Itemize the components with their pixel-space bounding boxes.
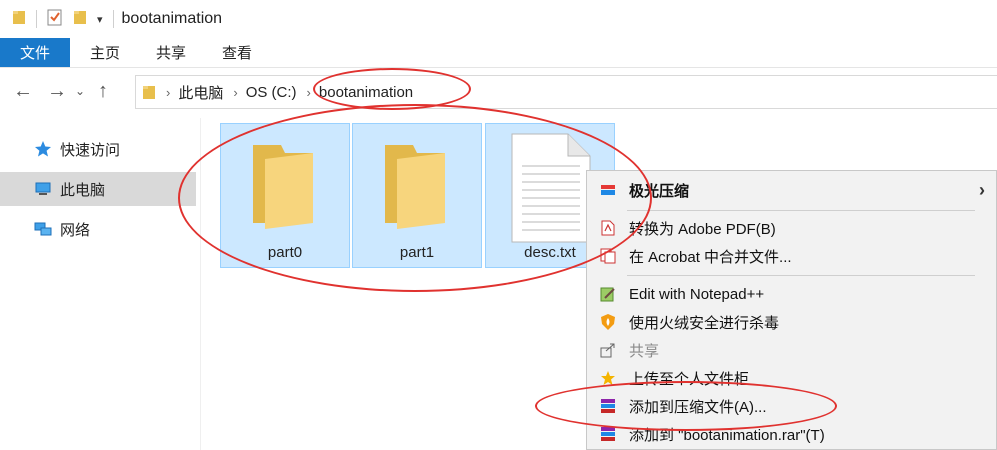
menu-divider bbox=[627, 210, 975, 211]
breadcrumb-chevron-icon[interactable]: › bbox=[166, 85, 170, 100]
huorong-shield-icon bbox=[599, 313, 617, 331]
menu-item-label: 转换为 Adobe PDF(B) bbox=[629, 220, 776, 238]
breadcrumb-this-pc[interactable]: 此电脑 bbox=[178, 82, 223, 103]
winrar-icon bbox=[599, 425, 617, 443]
recent-locations-chevron-icon[interactable]: ⌄ bbox=[72, 76, 88, 106]
breadcrumb-chevron-icon[interactable]: › bbox=[233, 85, 237, 100]
divider bbox=[112, 10, 114, 28]
menu-item-label: Edit with Notepad++ bbox=[629, 285, 765, 303]
file-name: part0 bbox=[267, 244, 303, 261]
file-name: part1 bbox=[399, 244, 435, 261]
text-document-icon bbox=[510, 132, 592, 249]
folder-icon bbox=[142, 84, 156, 100]
breadcrumb-bootanimation[interactable]: bootanimation bbox=[319, 84, 413, 101]
context-menu: 极光压缩 › 转换为 Adobe PDF(B) 在 Acrobat 中合并文件.… bbox=[586, 170, 997, 450]
computer-icon bbox=[34, 180, 52, 198]
menu-item-notepad-plus[interactable]: Edit with Notepad++ bbox=[587, 280, 997, 308]
tab-view[interactable]: 查看 bbox=[206, 38, 268, 67]
folder-icon bbox=[379, 139, 451, 234]
properties-checkbox-icon[interactable] bbox=[47, 8, 63, 31]
divider bbox=[36, 10, 37, 28]
menu-item-label: 上传至个人文件柜 bbox=[629, 370, 750, 388]
sidebar-item-quick-access[interactable]: 快速访问 bbox=[0, 132, 196, 166]
share-icon bbox=[599, 341, 617, 359]
menu-item-label: 在 Acrobat 中合并文件... bbox=[629, 248, 792, 266]
customize-toolbar-chevron-icon[interactable]: ▾ bbox=[97, 13, 103, 26]
ribbon-tabs: 文件 主页 共享 查看 bbox=[0, 38, 997, 68]
menu-item-jiguang-compress[interactable]: 极光压缩 › bbox=[587, 176, 997, 204]
star-icon bbox=[34, 140, 52, 158]
menu-item-upload-cabinet[interactable]: 上传至个人文件柜 bbox=[587, 364, 997, 392]
title-bar: ▾ bootanimation bbox=[0, 0, 997, 38]
menu-item-label: 使用火绒安全进行杀毒 bbox=[629, 314, 780, 332]
window-title: bootanimation bbox=[121, 10, 223, 27]
new-folder-icon[interactable] bbox=[73, 9, 87, 30]
acrobat-icon bbox=[599, 247, 617, 265]
sidebar-item-label: 此电脑 bbox=[60, 181, 106, 199]
address-bar[interactable]: › 此电脑 › OS (C:) › bootanimation bbox=[135, 75, 997, 109]
file-item-folder[interactable]: part0 bbox=[220, 123, 350, 268]
tab-home[interactable]: 主页 bbox=[74, 38, 136, 67]
breadcrumb-os-drive[interactable]: OS (C:) bbox=[246, 84, 297, 101]
quick-access-toolbar: ▾ bbox=[12, 8, 114, 31]
menu-divider bbox=[627, 275, 975, 276]
folder-icon bbox=[247, 139, 319, 234]
menu-item-label: 添加到 "bootanimation.rar"(T) bbox=[629, 426, 825, 444]
sidebar-item-label: 快速访问 bbox=[60, 141, 121, 159]
sidebar-item-this-pc[interactable]: 此电脑 bbox=[0, 172, 196, 206]
up-arrow-icon[interactable]: ↑ bbox=[88, 76, 118, 106]
menu-item-label: 极光压缩 bbox=[629, 182, 690, 200]
submenu-chevron-icon: › bbox=[979, 179, 985, 200]
menu-item-label: 共享 bbox=[629, 342, 660, 360]
menu-item-acrobat-merge[interactable]: 在 Acrobat 中合并文件... bbox=[587, 242, 997, 270]
winrar-icon bbox=[599, 397, 617, 415]
menu-item-add-to-rar[interactable]: 添加到 "bootanimation.rar"(T) bbox=[587, 420, 997, 448]
notepad-icon bbox=[599, 285, 617, 303]
menu-item-convert-pdf[interactable]: 转换为 Adobe PDF(B) bbox=[587, 214, 997, 242]
tab-share[interactable]: 共享 bbox=[140, 38, 202, 67]
folder-icon bbox=[12, 9, 26, 30]
navigation-bar: ← → ⌄ ↑ › 此电脑 › OS (C:) › bootanimation bbox=[0, 68, 997, 114]
menu-item-share[interactable]: 共享 bbox=[587, 336, 997, 364]
menu-item-add-to-archive[interactable]: 添加到压缩文件(A)... bbox=[587, 392, 997, 420]
star-upload-icon bbox=[599, 369, 617, 387]
breadcrumb-chevron-icon[interactable]: › bbox=[307, 85, 311, 100]
sidebar-item-network[interactable]: 网络 bbox=[0, 212, 196, 246]
back-arrow-icon[interactable]: ← bbox=[8, 76, 38, 106]
jiguang-icon bbox=[599, 181, 617, 199]
pdf-icon bbox=[599, 219, 617, 237]
menu-item-huorong-scan[interactable]: 使用火绒安全进行杀毒 bbox=[587, 308, 997, 336]
network-icon bbox=[34, 220, 52, 238]
file-item-folder[interactable]: part1 bbox=[352, 123, 482, 268]
forward-arrow-icon[interactable]: → bbox=[42, 76, 72, 106]
sidebar-item-label: 网络 bbox=[60, 221, 91, 239]
tab-file[interactable]: 文件 bbox=[0, 38, 71, 67]
menu-item-label: 添加到压缩文件(A)... bbox=[629, 398, 767, 416]
navigation-pane: 快速访问 此电脑 网络 bbox=[0, 118, 201, 450]
